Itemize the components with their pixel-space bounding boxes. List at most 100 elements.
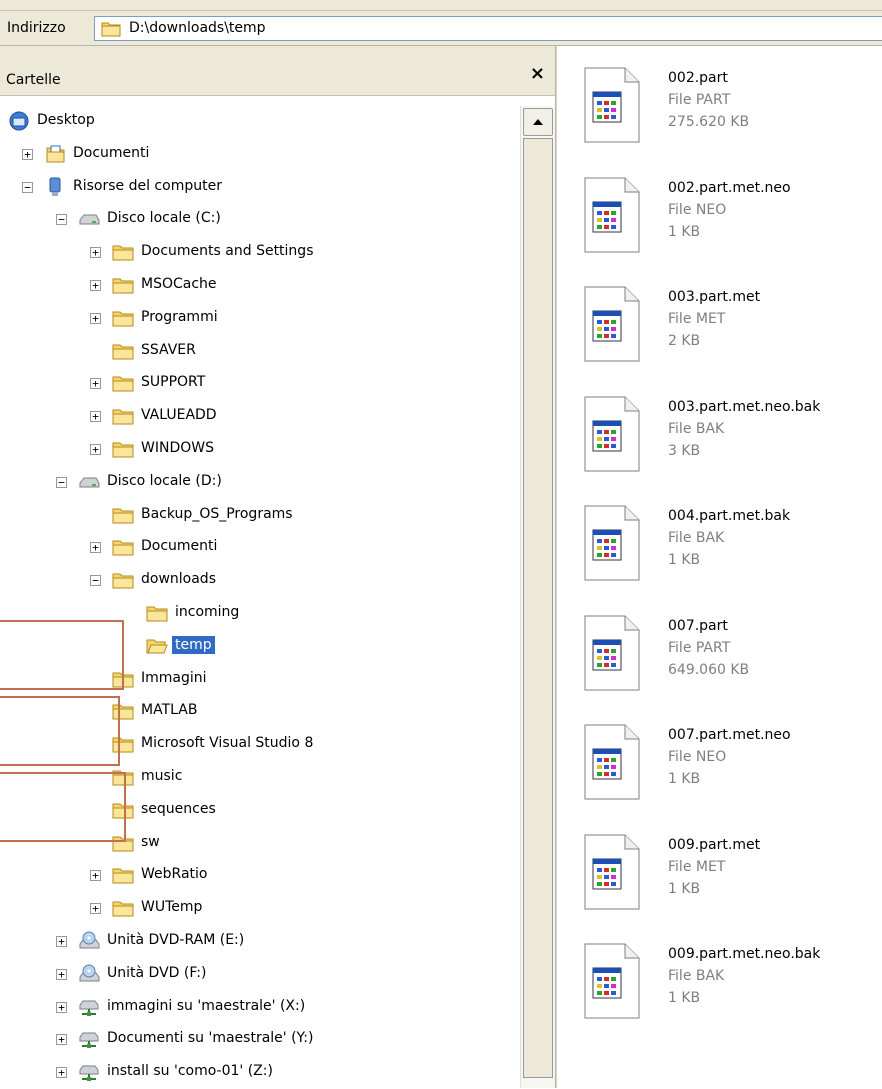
- file-type: File MET: [668, 858, 726, 875]
- collapse-button[interactable]: −: [56, 476, 67, 488]
- file-name: 002.part.met.neo: [668, 179, 791, 196]
- tree-item[interactable]: Desktop: [0, 106, 520, 138]
- tree-item-label: WUTemp: [141, 899, 203, 916]
- tree-item-label: music: [141, 768, 183, 784]
- my-computer-icon: [44, 176, 66, 198]
- tree-item[interactable]: − Disco locale (D:): [0, 467, 520, 499]
- tree-item[interactable]: + WUTemp: [0, 893, 520, 925]
- file-name: 003.part.met.neo.bak: [668, 398, 821, 415]
- my-documents-icon: [44, 143, 66, 165]
- collapse-button[interactable]: −: [56, 214, 67, 226]
- tree-item-label: WINDOWS: [141, 440, 214, 456]
- address-value[interactable]: D:\downloads\temp: [129, 20, 266, 36]
- folder-icon: [112, 372, 134, 394]
- folder-icon: [146, 602, 168, 624]
- file-item[interactable]: 004.part.met.bak File BAK 1 KB: [583, 504, 882, 616]
- file-type: File BAK: [668, 968, 725, 984]
- tree-item[interactable]: + Programmi: [0, 303, 520, 335]
- close-icon[interactable]: ×: [530, 63, 545, 84]
- file-item[interactable]: 002.part File PART 275.620 KB: [583, 66, 882, 178]
- scrollbar-thumb[interactable]: [523, 138, 553, 1078]
- folder-tree: Desktop + Documenti − Risorse del computer − D…: [0, 106, 520, 1088]
- expand-button[interactable]: +: [90, 312, 101, 324]
- tree-item[interactable]: + VALUEADD: [0, 401, 520, 433]
- tree-item[interactable]: + Documenti su 'maestrale' (Y:): [0, 1024, 520, 1056]
- tree-item[interactable]: + Documenti: [0, 139, 520, 171]
- tree-item[interactable]: + Unità DVD-RAM (E:): [0, 926, 520, 958]
- address-label: Indirizzo: [7, 20, 66, 36]
- file-item[interactable]: 009.part.met.neo.bak File BAK 1 KB: [583, 942, 882, 1054]
- expand-button[interactable]: +: [90, 378, 101, 390]
- expand-button[interactable]: +: [90, 870, 101, 882]
- tree-item-label: Immagini: [141, 669, 207, 686]
- expand-button[interactable]: +: [56, 1001, 67, 1013]
- collapse-button[interactable]: −: [90, 575, 101, 587]
- expand-button[interactable]: +: [90, 247, 101, 259]
- file-item[interactable]: 003.part.met.neo.bak File BAK 3 KB: [583, 395, 882, 507]
- expand-button[interactable]: +: [56, 1067, 67, 1079]
- address-bar: Indirizzo D:\downloads\temp: [0, 0, 882, 46]
- tree-item-label: temp: [172, 635, 215, 654]
- file-icon: [583, 723, 641, 801]
- expand-button[interactable]: +: [56, 936, 67, 947]
- tree-item[interactable]: + immagini su 'maestrale' (X:): [0, 992, 520, 1024]
- file-icon: [583, 176, 641, 254]
- file-type: File PART: [668, 639, 731, 656]
- tree-item[interactable]: − Disco locale (C:): [0, 204, 520, 236]
- expand-button[interactable]: +: [22, 148, 33, 160]
- file-icon: [583, 395, 641, 473]
- collapse-button[interactable]: −: [22, 181, 33, 193]
- tree-item[interactable]: + WebRatio: [0, 860, 520, 892]
- tree-item[interactable]: − Risorse del computer: [0, 172, 520, 204]
- tree-item-label: Disco locale (D:): [107, 472, 222, 489]
- tree-item[interactable]: + WINDOWS: [0, 434, 520, 466]
- annotation-box: [0, 772, 126, 842]
- file-size: 1 KB: [668, 552, 701, 568]
- file-item[interactable]: 003.part.met File MET 2 KB: [583, 285, 882, 397]
- scroll-up-button[interactable]: [523, 108, 553, 136]
- tree-item-label: Unità DVD (F:): [107, 964, 207, 981]
- file-list-pane: 002.part File PART 275.620 KB 002.part.met.…: [556, 46, 882, 1088]
- desktop-icon: [8, 110, 30, 132]
- folders-pane-title: Cartelle: [6, 72, 61, 88]
- address-input[interactable]: D:\downloads\temp: [94, 16, 882, 41]
- expand-button[interactable]: +: [90, 411, 101, 423]
- tree-item[interactable]: + Unità DVD (F:): [0, 959, 520, 991]
- tree-item[interactable]: + Documenti: [0, 532, 520, 564]
- expand-button[interactable]: +: [90, 444, 101, 455]
- file-size: 1 KB: [668, 880, 701, 897]
- file-item[interactable]: 002.part.met.neo File NEO 1 KB: [583, 176, 882, 288]
- tree-item-label: Documenti: [73, 144, 150, 161]
- tree-item[interactable]: Backup_OS_Programs: [0, 500, 520, 532]
- file-name: 009.part.met: [668, 836, 761, 853]
- tree-item-label: WebRatio: [141, 866, 208, 883]
- expand-button[interactable]: +: [90, 280, 101, 291]
- expand-button[interactable]: +: [56, 1034, 67, 1046]
- toolbar-strip: [0, 0, 882, 11]
- tree-item-label: SUPPORT: [141, 374, 206, 391]
- tree-item-label: sequences: [141, 800, 216, 817]
- folders-pane: Cartelle × Desktop + Documenti − Risorse del…: [0, 46, 556, 1088]
- arrow-up-icon: [533, 119, 543, 125]
- file-item[interactable]: 007.part File PART 649.060 KB: [583, 614, 882, 726]
- tree-item[interactable]: + install su 'como-01' (Z:): [0, 1057, 520, 1089]
- tree-item[interactable]: + Documents and Settings: [0, 237, 520, 269]
- expand-button[interactable]: +: [90, 542, 101, 554]
- file-type: File PART: [668, 92, 731, 108]
- tree-item[interactable]: + SUPPORT: [0, 368, 520, 400]
- tree-item[interactable]: SSAVER: [0, 336, 520, 368]
- file-item[interactable]: 009.part.met File MET 1 KB: [583, 833, 882, 945]
- expand-button[interactable]: +: [56, 968, 67, 980]
- file-size: 275.620 KB: [668, 114, 750, 130]
- file-item[interactable]: 007.part.met.neo File NEO 1 KB: [583, 723, 882, 835]
- folder-icon: [112, 274, 134, 296]
- tree-item[interactable]: − downloads: [0, 565, 520, 597]
- file-icon: [583, 285, 641, 363]
- tree-item-label: incoming: [175, 604, 240, 620]
- expand-button[interactable]: +: [90, 903, 101, 915]
- file-icon: [583, 833, 641, 911]
- file-name: 002.part: [668, 70, 728, 86]
- vertical-scrollbar[interactable]: [520, 106, 555, 1088]
- network-drive-icon: [78, 1028, 100, 1050]
- tree-item[interactable]: + MSOCache: [0, 270, 520, 302]
